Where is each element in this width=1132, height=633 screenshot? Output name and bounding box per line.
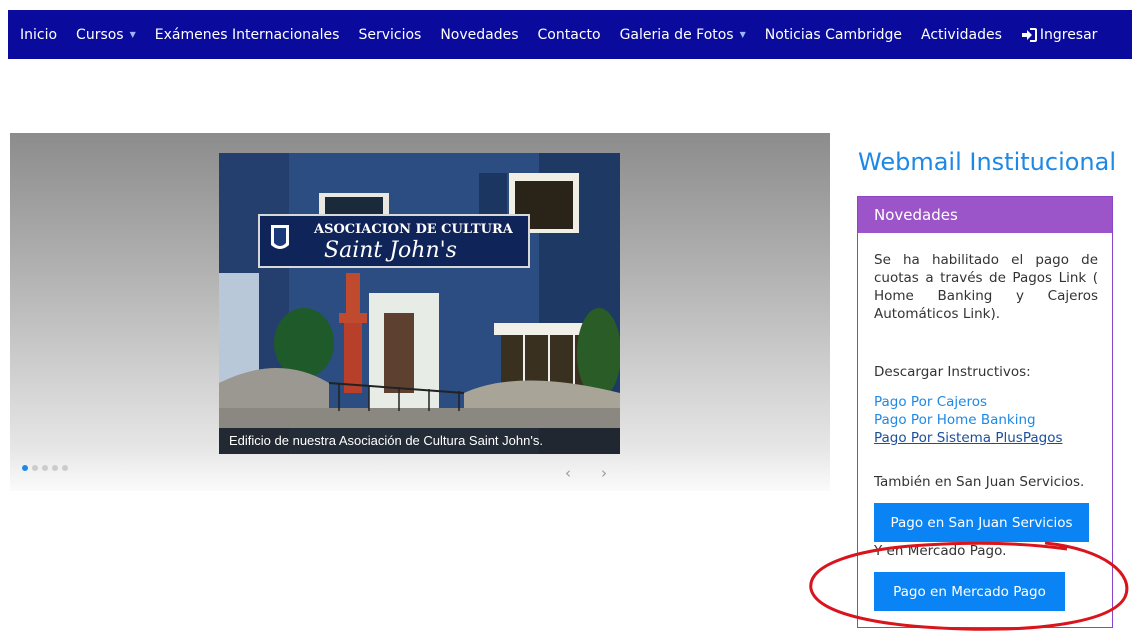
sign-in-icon	[1021, 27, 1037, 42]
link-pago-home-banking[interactable]: Pago Por Home Banking	[874, 411, 1098, 429]
nav-label: Noticias Cambridge	[764, 26, 903, 43]
nav-label: Galeria de Fotos	[619, 26, 734, 43]
webmail-link[interactable]: Webmail Institucional	[858, 148, 1116, 176]
carousel-indicator[interactable]	[62, 465, 68, 471]
image-carousel: ASOCIACION DE CULTURA Saint John's Edifi…	[10, 133, 830, 491]
sign-text-line2: Saint John's	[324, 238, 457, 263]
red-circle-annotation	[809, 541, 1129, 631]
san-juan-text: También en San Juan Servicios.	[874, 474, 1085, 490]
nav-label: Inicio	[20, 26, 58, 43]
nav-item-contacto[interactable]: Contacto	[538, 27, 601, 43]
carousel-prev-button[interactable]: ‹	[565, 464, 571, 482]
nav-label: Cursos	[76, 26, 124, 43]
download-label: Descargar Instructivos:	[874, 364, 1031, 380]
nav-item-noticias[interactable]: Noticias Cambridge	[765, 27, 902, 43]
link-pago-cajeros[interactable]: Pago Por Cajeros	[874, 393, 1098, 411]
nav-item-galeria[interactable]: Galeria de Fotos ▼	[620, 27, 746, 43]
nav-item-servicios[interactable]: Servicios	[358, 27, 421, 43]
nav-label: Exámenes Internacionales	[154, 26, 340, 43]
nav-label: Actividades	[921, 26, 1002, 43]
carousel-indicator[interactable]	[52, 465, 58, 471]
slide-photo[interactable]: ASOCIACION DE CULTURA Saint John's Edifi…	[219, 153, 620, 454]
nav-item-actividades[interactable]: Actividades	[921, 27, 1002, 43]
panel-title: Novedades	[858, 197, 1112, 233]
instructivos-links: Pago Por Cajeros Pago Por Home Banking P…	[874, 393, 1098, 447]
main-navbar: Inicio Cursos ▼ Exámenes Internacionales …	[8, 10, 1132, 59]
sign-text-line1: ASOCIACION DE CULTURA	[313, 222, 514, 237]
nav-item-novedades[interactable]: Novedades	[440, 27, 518, 43]
carousel-indicator[interactable]	[22, 465, 28, 471]
carousel-indicators	[22, 465, 68, 471]
caret-down-icon: ▼	[739, 30, 746, 39]
nav-label: Ingresar	[1039, 26, 1098, 43]
building-photo: ASOCIACION DE CULTURA Saint John's	[219, 153, 620, 454]
slide-caption: Edificio de nuestra Asociación de Cultur…	[219, 428, 620, 454]
nav-label: Contacto	[537, 26, 601, 43]
carousel-next-button[interactable]: ›	[601, 464, 607, 482]
nav-label: Novedades	[440, 26, 519, 43]
caret-down-icon: ▼	[129, 30, 136, 39]
nav-item-inicio[interactable]: Inicio	[20, 27, 57, 43]
carousel-indicator[interactable]	[32, 465, 38, 471]
link-pago-plus-pagos[interactable]: Pago Por Sistema PlusPagos	[874, 429, 1098, 447]
carousel-indicator[interactable]	[42, 465, 48, 471]
payment-info-text: Se ha habilitado el pago de cuotas a tra…	[874, 252, 1098, 322]
nav-item-cursos[interactable]: Cursos ▼	[76, 27, 136, 43]
nav-item-ingresar[interactable]: Ingresar	[1021, 26, 1098, 43]
nav-label: Servicios	[358, 26, 422, 43]
nav-item-examenes[interactable]: Exámenes Internacionales	[155, 27, 340, 43]
